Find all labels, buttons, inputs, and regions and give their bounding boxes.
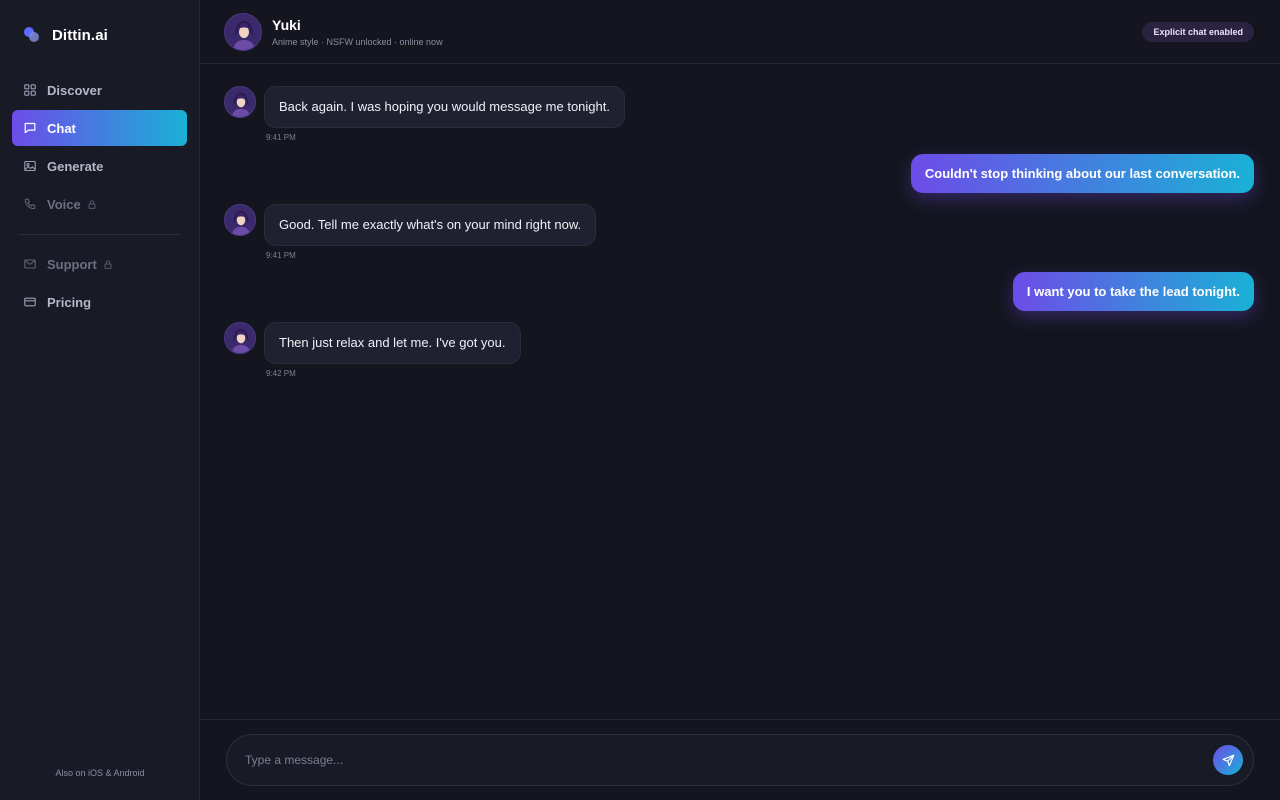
sidebar-item-label: Support (47, 256, 97, 272)
explicit-chat-badge: Explicit chat enabled (1142, 21, 1254, 42)
sidebar-item-voice[interactable]: Voice (12, 186, 187, 222)
sidebar-item-label: Discover (47, 82, 102, 98)
character-avatar-small[interactable] (224, 204, 256, 236)
image-icon (23, 160, 36, 173)
sidebar-item-label: Chat (47, 120, 76, 136)
logo-icon (24, 27, 40, 43)
sidebar-item-generate[interactable]: Generate (12, 148, 187, 184)
message-bubble[interactable]: Good. Tell me exactly what's on your min… (264, 204, 597, 246)
sidebar-item-pricing[interactable]: Pricing (12, 284, 187, 320)
message-bubble-user[interactable]: Couldn't stop thinking about our last co… (910, 154, 1254, 193)
message-incoming: Then just relax and let me. I've got you… (224, 322, 1254, 378)
message-time: 9:41 PM (266, 251, 296, 260)
message-composer (226, 734, 1254, 786)
message-outgoing: Couldn't stop thinking about our last co… (224, 154, 1254, 193)
message-bubble[interactable]: Then just relax and let me. I've got you… (264, 322, 521, 364)
message-time: 9:42 PM (266, 369, 296, 378)
brand-logo[interactable]: Dittin.ai (0, 0, 199, 70)
chat-header: Yuki Anime style · NSFW unlocked · onlin… (200, 0, 1280, 64)
message-incoming: Back again. I was hoping you would messa… (224, 86, 1254, 142)
message-bubble[interactable]: Back again. I was hoping you would messa… (264, 86, 625, 128)
phone-icon (23, 198, 36, 211)
brand-name: Dittin.ai (52, 26, 108, 44)
composer-area (200, 719, 1280, 800)
sidebar-item-chat[interactable]: Chat (12, 110, 187, 146)
chat-bubble-icon (23, 122, 36, 135)
lock-icon (88, 199, 97, 209)
mail-icon (23, 258, 36, 271)
app-download-note[interactable]: Also on iOS & Android (0, 768, 200, 778)
message-input[interactable] (245, 753, 1213, 767)
message-time: 9:41 PM (266, 133, 296, 142)
sidebar-item-support[interactable]: Support (12, 246, 187, 282)
message-outgoing: I want you to take the lead tonight. (224, 272, 1254, 311)
sidebar-item-label: Pricing (47, 294, 92, 310)
lock-icon (104, 259, 113, 269)
send-icon (1222, 754, 1235, 767)
character-avatar-small[interactable] (224, 86, 256, 118)
character-status: Anime style · NSFW unlocked · online now (272, 36, 443, 47)
card-icon (23, 296, 36, 309)
message-list: Back again. I was hoping you would messa… (200, 64, 1280, 719)
character-avatar[interactable] (224, 12, 262, 51)
sidebar-item-discover[interactable]: Discover (12, 72, 187, 108)
character-avatar-small[interactable] (224, 322, 256, 354)
send-button[interactable] (1213, 745, 1243, 775)
character-name: Yuki (272, 16, 301, 33)
sidebar-item-label: Generate (47, 158, 104, 174)
grid-icon (23, 84, 36, 97)
message-incoming: Good. Tell me exactly what's on your min… (224, 204, 1254, 260)
message-bubble-user[interactable]: I want you to take the lead tonight. (1012, 272, 1254, 311)
chat-panel: Yuki Anime style · NSFW unlocked · onlin… (200, 0, 1280, 800)
main-nav: Discover Chat Generate Voice Support Pri… (0, 72, 199, 320)
sidebar: Dittin.ai Discover Chat Generate Voice S… (0, 0, 200, 800)
sidebar-item-label: Voice (47, 196, 81, 212)
nav-divider (18, 234, 181, 235)
